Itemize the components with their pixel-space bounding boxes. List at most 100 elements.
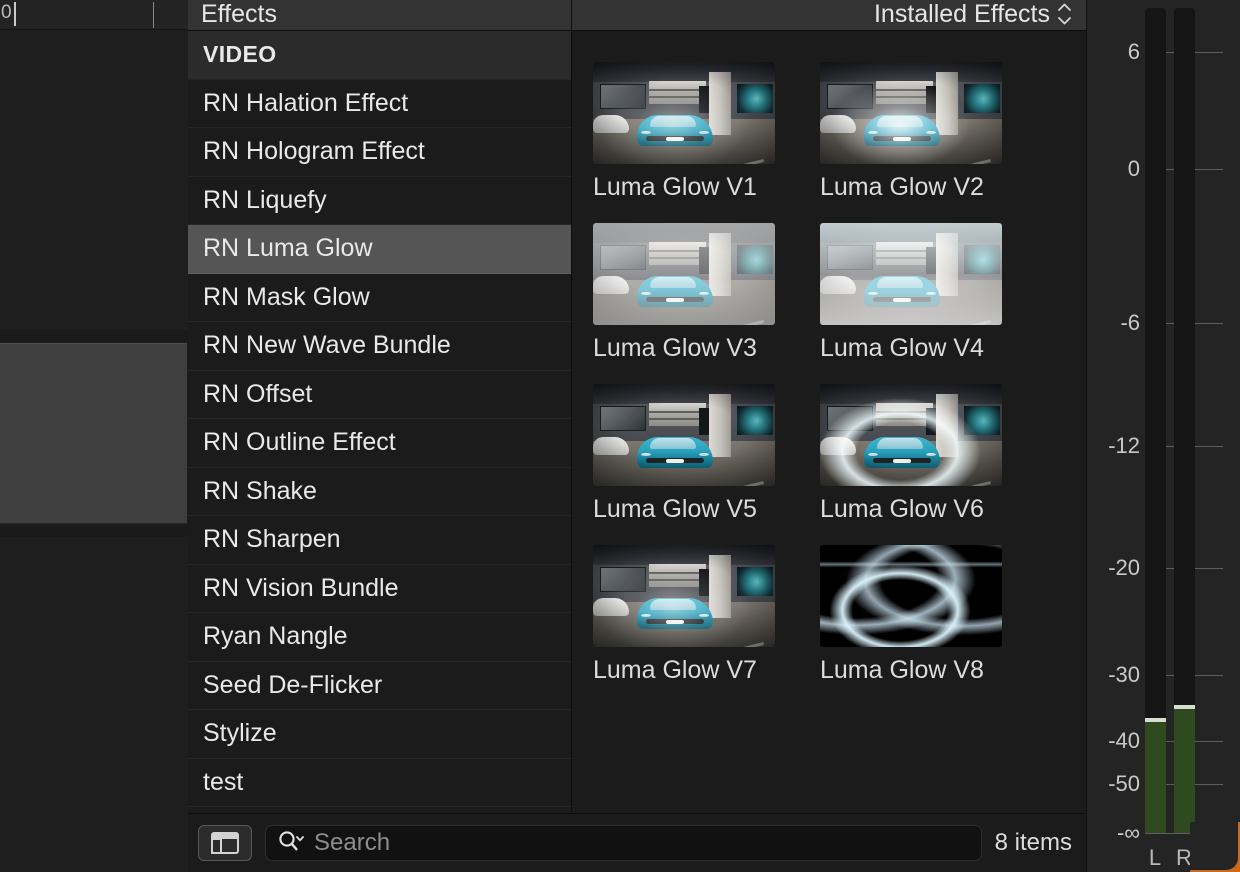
preset-label: Luma Glow V4	[820, 334, 1023, 363]
meter-channel-label: L	[1149, 845, 1161, 871]
preset-label: Luma Glow V1	[593, 173, 796, 202]
meter-tick-label: -12	[1108, 433, 1140, 459]
timeline-gap-top	[0, 330, 188, 342]
list-item-label: Stylize	[203, 719, 277, 748]
browser-toolbar: Search 8 items	[188, 813, 1086, 872]
list-item[interactable]: RN Sharpen	[188, 516, 571, 565]
list-item-label: RN Shake	[203, 477, 317, 506]
list-item-label: RN Halation Effect	[203, 89, 408, 118]
preset-cell[interactable]: Luma Glow V7	[593, 545, 796, 685]
list-item-label: Seed De-Flicker	[203, 671, 382, 700]
list-item-label: RN Liquefy	[203, 186, 327, 215]
meter-level-fill	[1174, 708, 1195, 833]
list-item-label: RN Sharpen	[203, 525, 341, 554]
playhead-icon[interactable]	[14, 2, 16, 26]
list-section-header: VIDEO	[188, 31, 571, 80]
meter-tick-label: -50	[1108, 771, 1140, 797]
sidebar-layout-icon[interactable]	[198, 825, 252, 861]
list-item[interactable]: RN Hologram Effect	[188, 128, 571, 177]
list-item[interactable]: RN Mask Glow	[188, 274, 571, 323]
preset-cell[interactable]: Luma Glow V1	[593, 62, 796, 202]
page-title: Effects	[188, 2, 277, 27]
preset-thumbnail[interactable]	[593, 62, 775, 164]
preview-scene	[820, 384, 1002, 486]
meter-level-fill	[1145, 721, 1166, 833]
installed-effects-label: Installed Effects	[874, 2, 1050, 27]
timeline-clip[interactable]	[0, 343, 187, 524]
preset-label: Luma Glow V3	[593, 334, 796, 363]
effects-preview-grid: Luma Glow V1 Luma Glow V2 Luma Glow V3 Luma…	[573, 31, 1086, 812]
list-item[interactable]: RN Liquefy	[188, 177, 571, 226]
meter-channel[interactable]	[1145, 8, 1166, 833]
preview-scene	[820, 62, 1002, 164]
preview-scene	[593, 62, 775, 164]
search-icon[interactable]	[278, 830, 305, 857]
preset-thumbnail[interactable]	[593, 384, 775, 486]
list-item[interactable]: Seed De-Flicker	[188, 662, 571, 711]
preview-scene	[820, 545, 1002, 647]
list-item-label: RN Hologram Effect	[203, 137, 425, 166]
chevron-up-down-icon[interactable]	[1057, 3, 1072, 25]
meter-tick-label: -30	[1108, 662, 1140, 688]
meter-peak-indicator	[1174, 705, 1195, 709]
item-count-label: 8 items	[995, 829, 1074, 857]
list-item[interactable]: RN New Wave Bundle	[188, 322, 571, 371]
timeline-gap-bottom	[0, 525, 188, 537]
effects-category-list[interactable]: VIDEO RN Halation Effect RN Hologram Effec…	[188, 31, 572, 812]
list-item[interactable]: Ryan Nangle	[188, 613, 571, 662]
list-item[interactable]: test	[188, 759, 571, 808]
meter-tick-label: 6	[1128, 39, 1140, 65]
list-item[interactable]: Stylize	[188, 710, 571, 759]
effects-browser-panel: Effects Installed Effects VIDEO RN Halati…	[188, 0, 1086, 872]
preset-label: Luma Glow V8	[820, 656, 1023, 685]
preset-cell[interactable]: Luma Glow V3	[593, 223, 796, 363]
preset-cell[interactable]: Luma Glow V8	[820, 545, 1023, 685]
preset-cell[interactable]: Luma Glow V2	[820, 62, 1023, 202]
search-input[interactable]: Search	[314, 829, 390, 857]
search-field[interactable]: Search	[265, 825, 982, 861]
installed-effects-popup[interactable]: Installed Effects	[572, 0, 1086, 31]
meter-tick-label: -∞	[1117, 820, 1140, 846]
preset-thumbnail[interactable]	[820, 384, 1002, 486]
list-item-label: RN Offset	[203, 380, 312, 409]
window-corner-accent	[1190, 822, 1240, 872]
preset-label: Luma Glow V6	[820, 495, 1023, 524]
list-item[interactable]: RN Halation Effect	[188, 80, 571, 129]
meter-tick-label: 0	[1128, 156, 1140, 182]
audio-meters[interactable]: 60-6-12-20-30-40-50-∞ LR	[1086, 0, 1240, 872]
preset-cell[interactable]: Luma Glow V6	[820, 384, 1023, 524]
browser-titlebar: Effects Installed Effects	[188, 0, 1086, 31]
list-item[interactable]: RN Outline Effect	[188, 419, 571, 468]
list-item[interactable]: RN Luma Glow	[188, 225, 571, 274]
meter-tick-label: -6	[1120, 310, 1140, 336]
list-item-label: RN Vision Bundle	[203, 574, 398, 603]
list-item-label: test	[203, 768, 243, 797]
list-item-label: Ryan Nangle	[203, 622, 348, 651]
meter-tick-label: -20	[1108, 555, 1140, 581]
preset-thumbnail[interactable]	[593, 545, 775, 647]
list-item-label: VIDEO	[203, 41, 277, 68]
list-item[interactable]: RN Shake	[188, 468, 571, 517]
list-item[interactable]: RN Offset	[188, 371, 571, 420]
preset-label: Luma Glow V5	[593, 495, 796, 524]
meter-channel[interactable]	[1174, 8, 1195, 833]
preset-thumbnail[interactable]	[593, 223, 775, 325]
list-item-label: RN Mask Glow	[203, 283, 370, 312]
list-item-label: RN Outline Effect	[203, 428, 396, 457]
effects-list-titlebar: Effects	[188, 0, 572, 31]
preset-cell[interactable]: Luma Glow V4	[820, 223, 1023, 363]
preset-thumbnail[interactable]	[820, 223, 1002, 325]
preview-scene	[593, 223, 775, 325]
preset-cell[interactable]: Luma Glow V5	[593, 384, 796, 524]
list-item[interactable]: RN Vision Bundle	[188, 565, 571, 614]
timeline-ruler[interactable]: 0	[0, 0, 188, 30]
ruler-time-label: 0	[1, 2, 12, 24]
preset-label: Luma Glow V7	[593, 656, 796, 685]
preset-thumbnail[interactable]	[820, 62, 1002, 164]
preset-thumbnail[interactable]	[820, 545, 1002, 647]
preview-scene	[593, 545, 775, 647]
preset-label: Luma Glow V2	[820, 173, 1023, 202]
preview-scene	[593, 384, 775, 486]
list-item-label: RN New Wave Bundle	[203, 331, 451, 360]
meter-tick-label: -40	[1108, 728, 1140, 754]
